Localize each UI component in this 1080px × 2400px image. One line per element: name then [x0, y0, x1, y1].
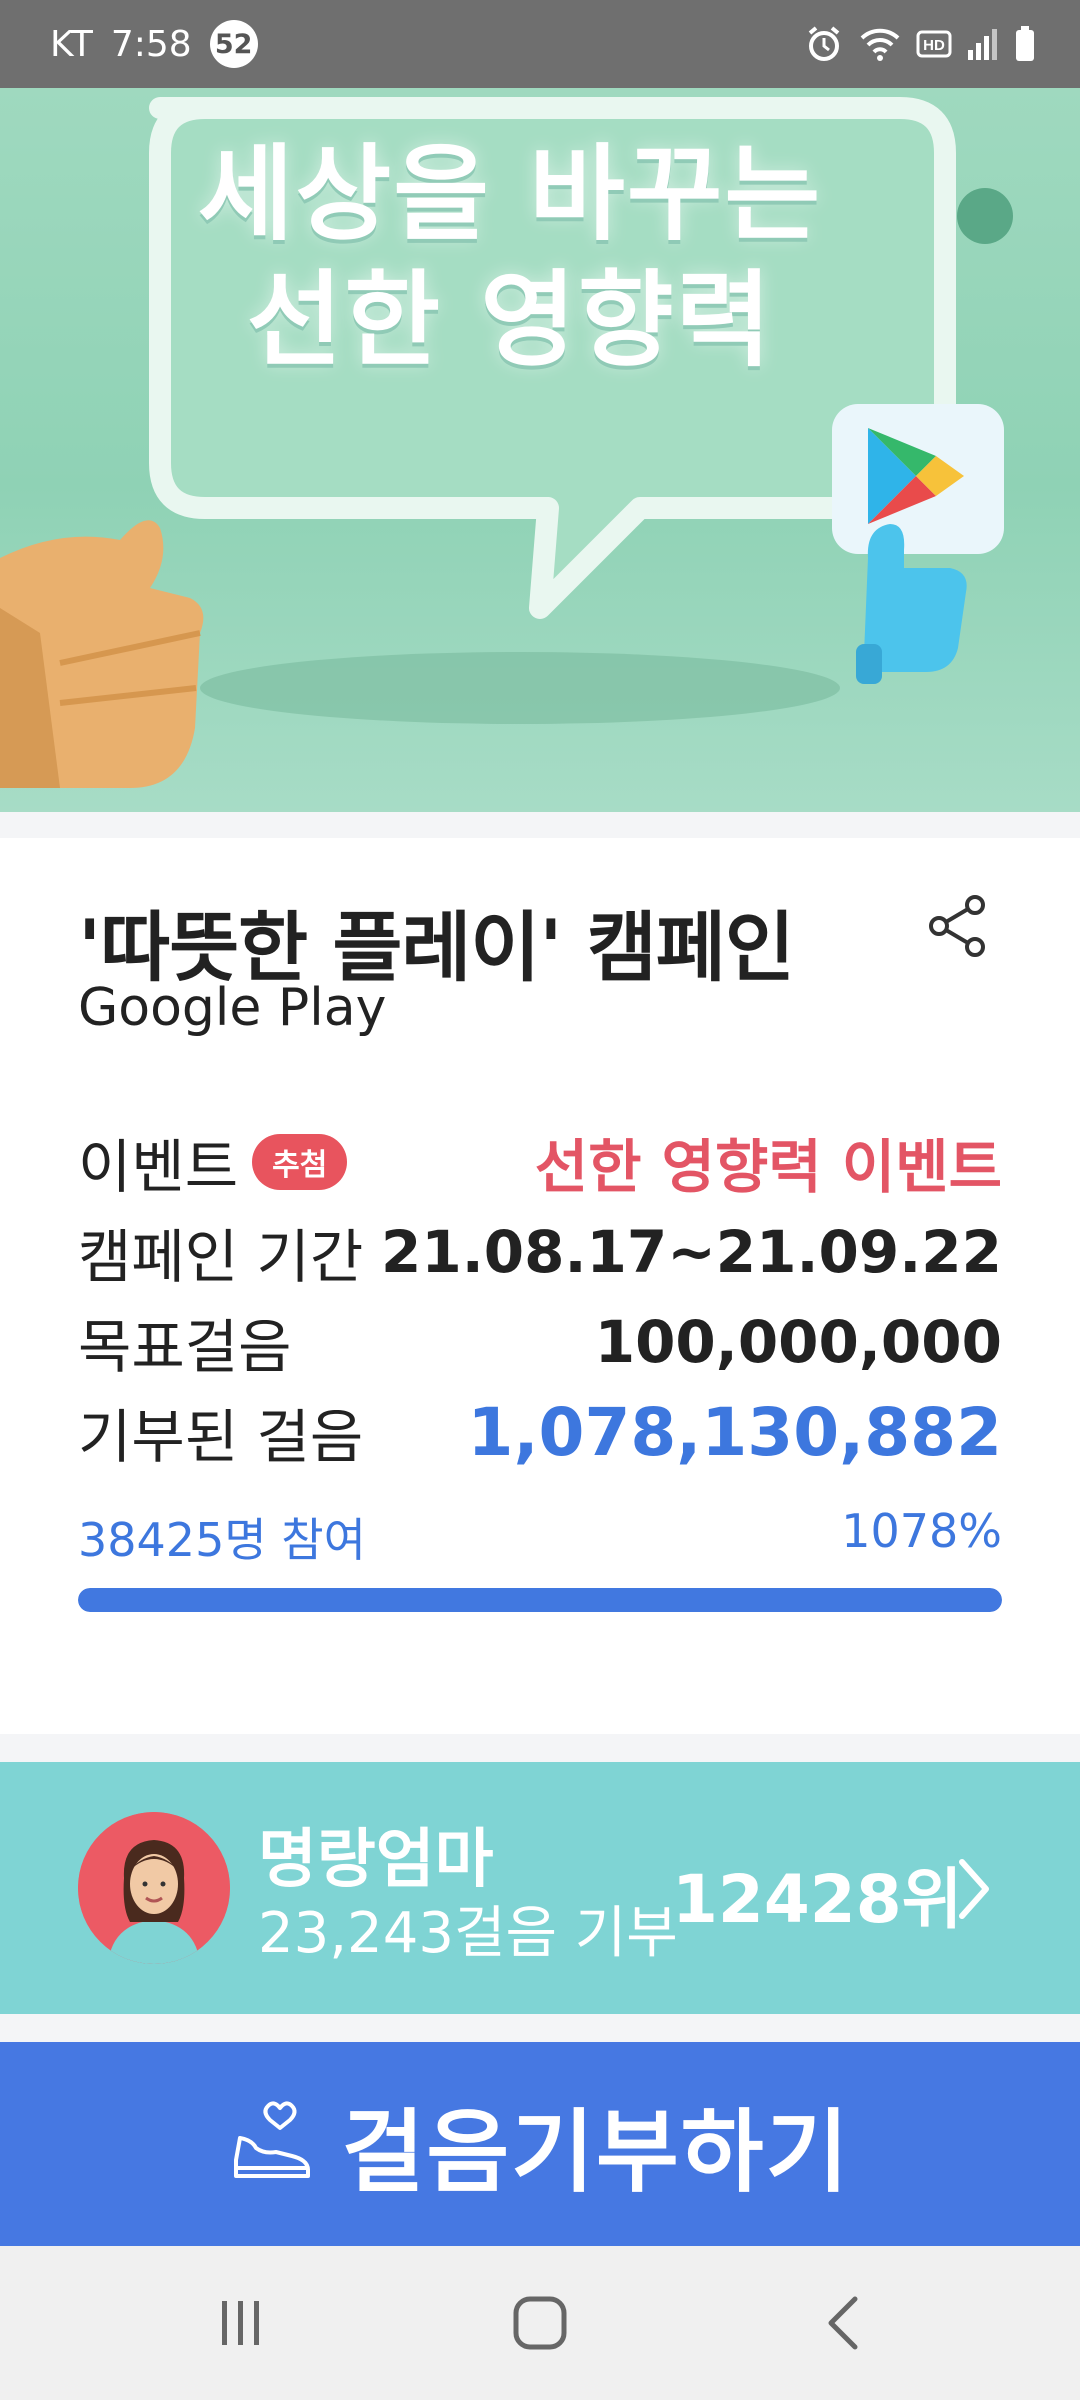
- donated-row: 기부된 걸음 1,078,130,882: [78, 1392, 1002, 1472]
- user-rank: 12428위: [672, 1861, 963, 1938]
- progress-bar: [78, 1588, 1002, 1612]
- clock: 7:58: [110, 23, 192, 65]
- recent-apps-icon: [222, 2301, 259, 2345]
- donate-steps-label: 걸음기부하기: [341, 2100, 851, 2205]
- goal-value: 100,000,000: [594, 1308, 1002, 1376]
- donate-steps-button[interactable]: 걸음기부하기: [0, 2042, 1080, 2246]
- navigation-bar: [0, 2246, 1080, 2400]
- campaign-sponsor: Google Play: [78, 978, 387, 1038]
- share-icon: [929, 895, 985, 957]
- status-left: KT 7:58 52: [50, 0, 258, 88]
- hero-banner: 세상을 바꾸는 선한 영향력: [0, 88, 1080, 812]
- share-button[interactable]: [918, 886, 998, 966]
- user-donated-steps: 23,243걸음 기부: [258, 1901, 678, 1966]
- period-label: 캠페인 기간: [78, 1223, 364, 1291]
- chevron-right-icon: [952, 1854, 996, 1928]
- svg-text:HD: HD: [923, 37, 945, 54]
- avatar-illustration: [78, 1812, 230, 1964]
- event-row: 이벤트 추첨 선한 영향력 이벤트: [78, 1122, 1002, 1202]
- participants-count: 38425명 참여: [78, 1513, 366, 1567]
- goal-label: 목표걸음: [78, 1313, 292, 1381]
- event-label: 이벤트: [78, 1133, 239, 1201]
- home-button[interactable]: [490, 2288, 590, 2358]
- progress-fill: [78, 1588, 1002, 1612]
- back-button[interactable]: [794, 2288, 894, 2358]
- period-value: 21.08.17~21.09.22: [380, 1218, 1002, 1286]
- hd-voice-icon: HD: [916, 28, 952, 60]
- hero-title-line1: 세상을 바꾸는: [197, 133, 823, 255]
- donated-value: 1,078,130,882: [467, 1393, 1002, 1471]
- event-value[interactable]: 선한 영향력 이벤트: [535, 1120, 1002, 1204]
- wifi-icon: [858, 24, 902, 64]
- progress-header: 38425명 참여 1078%: [78, 1504, 1002, 1570]
- goal-row: 목표걸음 100,000,000: [78, 1302, 1002, 1382]
- avatar: [78, 1812, 230, 1964]
- signal-icon: [966, 26, 1000, 62]
- alarm-icon: [804, 24, 844, 64]
- hero-title-line2: 선한 영향력: [246, 259, 774, 381]
- progress-percent: 1078%: [841, 1504, 1002, 1558]
- my-ranking[interactable]: 명랑엄마 23,243걸음 기부 12428위: [0, 1762, 1080, 2014]
- notification-badge: 52: [209, 20, 258, 68]
- back-icon: [828, 2296, 858, 2350]
- home-icon: [513, 2296, 567, 2350]
- status-bar: KT 7:58 52 HD: [0, 0, 1080, 88]
- sneaker-heart-icon: [230, 2100, 314, 2188]
- thumbs-up-hand-icon: [0, 520, 204, 788]
- campaign-card: '따뜻한 플레이' 캠페인 Google Play 이벤트 추첨 선한 영향력 …: [0, 838, 1080, 1734]
- recent-apps-button[interactable]: [190, 2288, 290, 2358]
- battery-icon: [1014, 25, 1036, 63]
- status-right: HD: [804, 0, 1036, 88]
- donated-label: 기부된 걸음: [78, 1403, 364, 1471]
- user-name: 명랑엄마: [258, 1823, 494, 1897]
- period-row: 캠페인 기간 21.08.17~21.09.22: [78, 1212, 1002, 1292]
- lottery-tag: 추첨: [252, 1134, 348, 1190]
- carrier-label: KT: [50, 23, 93, 65]
- play-store-icon: [832, 404, 1004, 554]
